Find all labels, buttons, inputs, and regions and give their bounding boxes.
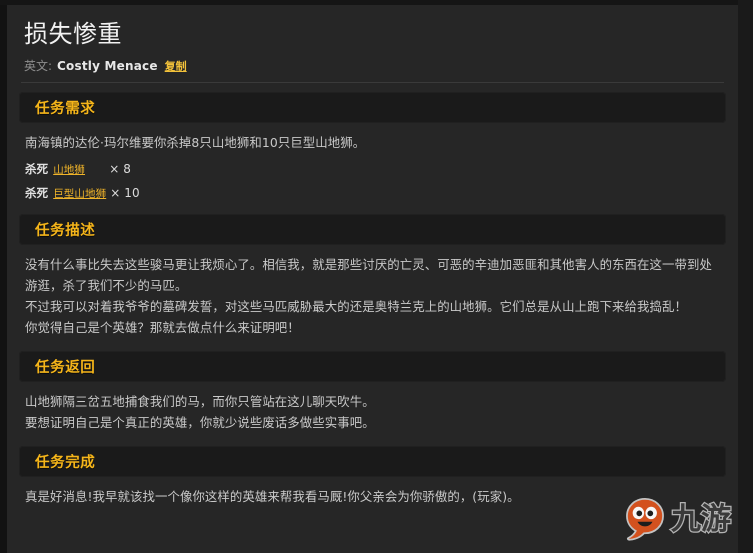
section-body-complete: 真是好消息!我早就该找一个像你这样的英雄来帮我看马厩!你父亲会为你骄傲的，(玩家…	[19, 477, 726, 511]
english-label: 英文:	[24, 59, 53, 73]
objective-row: 杀死 巨型山地狮 × 10	[25, 185, 721, 201]
section-header-description: 任务描述	[19, 214, 726, 245]
section-body-return: 山地狮隔三岔五地捕食我们的马，而你只管站在这儿聊天吹牛。 要想证明自己是个真正的…	[19, 382, 726, 437]
section-title-description: 任务描述	[35, 223, 96, 239]
objective-target-link[interactable]: 巨型山地狮	[53, 186, 106, 201]
complete-paragraph: 真是好消息!我早就该找一个像你这样的英雄来帮我看马厩!你父亲会为你骄傲的，(玩家…	[25, 489, 520, 504]
section-title-requirements: 任务需求	[35, 101, 96, 117]
objective-verb: 杀死	[25, 186, 49, 200]
section-requirements: 任务需求 南海镇的达伦·玛尔维要你杀掉8只山地狮和10只巨型山地狮。 杀死 山地…	[19, 92, 726, 205]
objective-row: 杀死 山地狮 × 8	[25, 161, 721, 177]
section-complete: 任务完成 真是好消息!我早就该找一个像你这样的英雄来帮我看马厩!你父亲会为你骄傲…	[19, 446, 726, 511]
section-header-complete: 任务完成	[19, 446, 726, 477]
description-paragraph: 你觉得自己是个英雄？那就去做点什么来证明吧！	[25, 320, 300, 335]
section-return: 任务返回 山地狮隔三岔五地捕食我们的马，而你只管站在这儿聊天吹牛。 要想证明自己…	[19, 351, 726, 437]
section-header-return: 任务返回	[19, 351, 726, 382]
quest-detail-page: 损失惨重 英文: Costly Menace 复制 任务需求 南海镇的达伦·玛尔…	[0, 0, 753, 553]
section-title-return: 任务返回	[35, 360, 96, 376]
objective-target-link[interactable]: 山地狮	[53, 162, 105, 177]
section-title-complete: 任务完成	[35, 455, 96, 471]
section-description: 任务描述 没有什么事比失去这些骏马更让我烦心了。相信我，就是那些讨厌的亡灵、可恶…	[19, 214, 726, 342]
requirements-intro: 南海镇的达伦·玛尔维要你杀掉8只山地狮和10只巨型山地狮。	[25, 135, 366, 150]
objective-count: × 8	[109, 162, 132, 176]
objective-verb: 杀死	[25, 162, 49, 176]
right-gutter	[738, 0, 753, 553]
section-header-requirements: 任务需求	[19, 92, 726, 123]
section-body-description: 没有什么事比失去这些骏马更让我烦心了。相信我，就是那些讨厌的亡灵、可恶的辛迪加恶…	[19, 245, 726, 342]
return-paragraph: 山地狮隔三岔五地捕食我们的马，而你只管站在这儿聊天吹牛。	[25, 394, 375, 409]
content-column: 损失惨重 英文: Costly Menace 复制 任务需求 南海镇的达伦·玛尔…	[7, 5, 738, 553]
section-body-requirements: 南海镇的达伦·玛尔维要你杀掉8只山地狮和10只巨型山地狮。 杀死 山地狮 × 8…	[19, 123, 726, 205]
page-title: 损失惨重	[24, 20, 122, 48]
english-name: Costly Menace	[57, 59, 158, 73]
objective-count: × 10	[110, 186, 140, 200]
return-paragraph: 要想证明自己是个真正的英雄，你就少说些废话多做些实事吧。	[25, 415, 375, 430]
copy-button[interactable]: 复制	[165, 58, 187, 74]
description-paragraph: 没有什么事比失去这些骏马更让我烦心了。相信我，就是那些讨厌的亡灵、可恶的辛迪加恶…	[25, 257, 712, 293]
description-paragraph: 不过我可以对着我爷爷的墓碑发誓，对这些马匹威胁最大的还是奥特兰克上的山地狮。它们…	[25, 299, 688, 314]
english-name-line: 英文: Costly Menace 复制	[19, 49, 726, 74]
header-divider	[21, 82, 724, 83]
